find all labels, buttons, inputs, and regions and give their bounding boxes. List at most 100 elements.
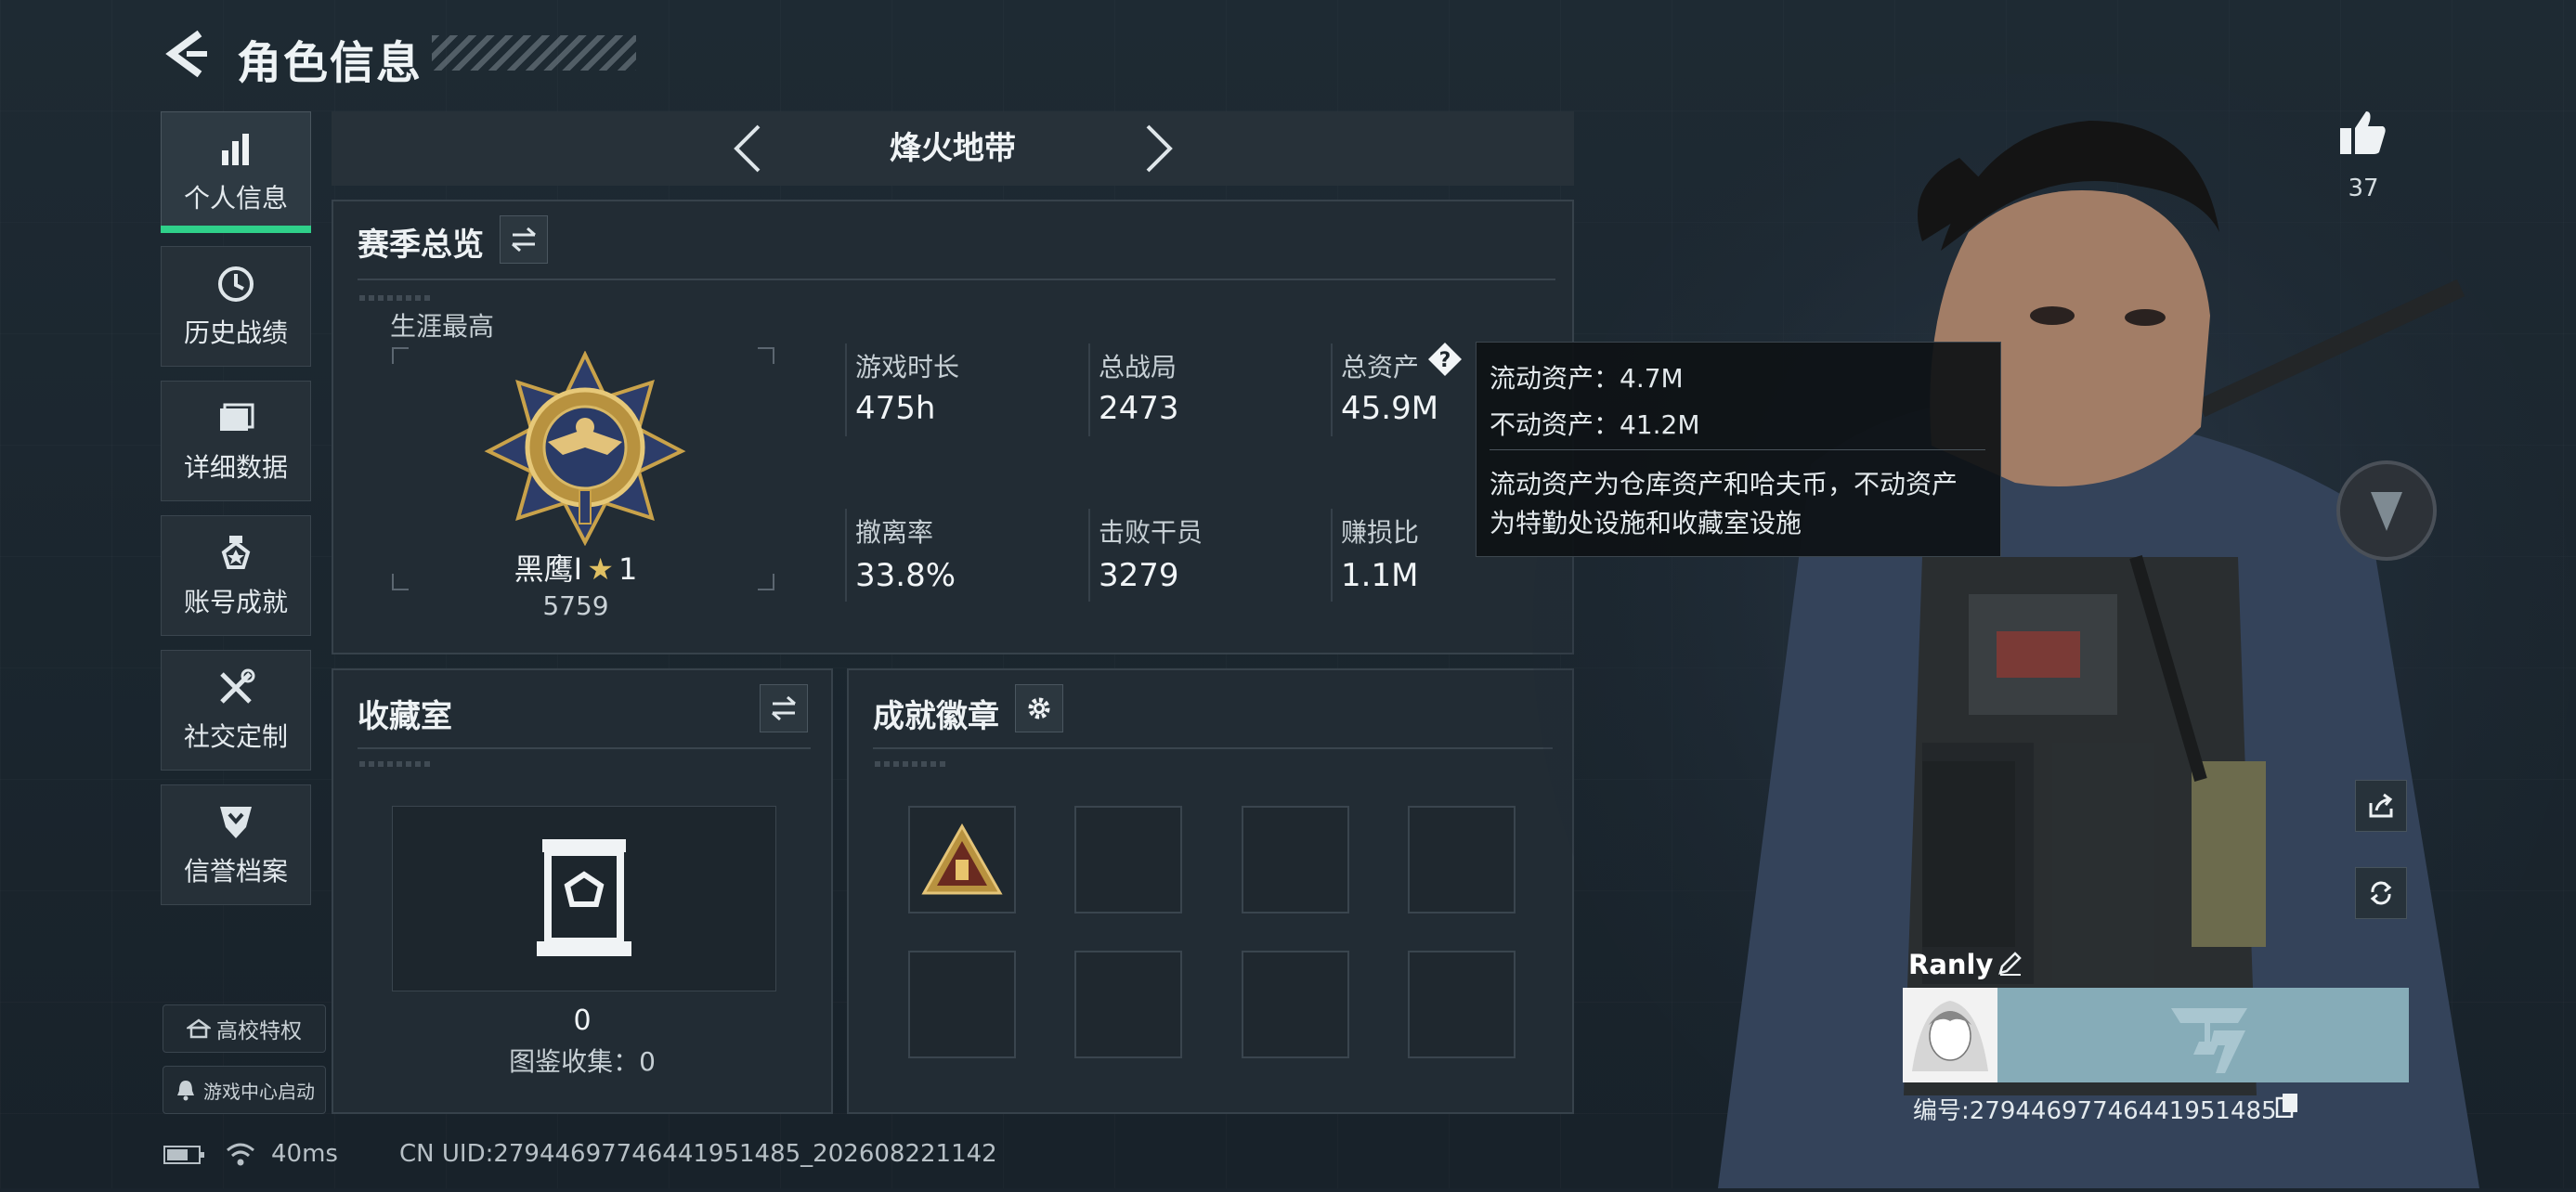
title-decoration xyxy=(432,35,636,71)
tooltip-divider xyxy=(1490,449,1985,450)
sidebar-item-label: 社交定制 xyxy=(183,721,288,752)
campus-icon xyxy=(187,1018,211,1039)
stat-divider xyxy=(1331,343,1333,436)
copy-id-icon[interactable] xyxy=(2275,1092,2299,1119)
sidebar-item-label: 历史战绩 xyxy=(183,317,288,348)
share-button[interactable] xyxy=(2355,780,2407,832)
sidebar-item-label: 信誉档案 xyxy=(183,856,288,887)
swap-collection-button[interactable] xyxy=(760,684,808,732)
campus-privilege-label: 高校特权 xyxy=(216,1019,302,1043)
game-center-label: 游戏中心启动 xyxy=(203,1080,315,1103)
gear-icon xyxy=(1028,697,1050,719)
badge-slot[interactable] xyxy=(1242,806,1349,913)
campus-privilege-button[interactable]: 高校特权 xyxy=(163,1004,326,1053)
stat-divider xyxy=(845,509,847,602)
swap-icon xyxy=(512,227,536,253)
sidebar-item-personal-info[interactable]: 个人信息 xyxy=(161,111,311,232)
player-name: Ranly xyxy=(1908,949,1994,980)
share-icon xyxy=(2369,793,2393,818)
tooltip-description-line2: 为特勤处设施和收藏室设施 xyxy=(1490,508,1802,538)
stat-playtime-label: 游戏时长 xyxy=(855,352,960,382)
stat-kills-label: 击败干员 xyxy=(1099,517,1203,548)
page-title: 角色信息 xyxy=(237,37,423,89)
badge-slot[interactable] xyxy=(908,806,1016,913)
account-uid: CN UID:27944697746441951485_202608221142 xyxy=(399,1140,997,1168)
frame-corner xyxy=(758,347,774,364)
stat-extract-rate-label: 撤离率 xyxy=(855,517,934,548)
rank-score: 5759 xyxy=(542,590,609,621)
sidebar-item-credit[interactable]: 信誉档案 xyxy=(161,784,311,905)
badge-slot[interactable] xyxy=(1074,806,1182,913)
divider xyxy=(358,747,811,749)
codex-collection-label: 图鉴收集：0 xyxy=(509,1046,656,1077)
badge-settings-button[interactable] xyxy=(1015,684,1063,732)
refresh-button[interactable] xyxy=(2355,867,2407,919)
stat-total-assets-value: 45.9M xyxy=(1341,390,1439,427)
mode-next-arrow-icon[interactable] xyxy=(1140,121,1177,176)
active-tab-indicator xyxy=(161,226,311,233)
battery-icon xyxy=(163,1144,206,1166)
tooltip-liquid-assets: 流动资产：4.7M xyxy=(1490,363,1684,394)
stat-divider xyxy=(1331,509,1333,602)
swap-season-button[interactable] xyxy=(500,215,548,264)
stat-total-matches-label: 总战局 xyxy=(1099,352,1177,382)
refresh-icon xyxy=(2370,881,2392,905)
rank-name: 黑鹰I xyxy=(514,551,583,587)
faction-logo-icon xyxy=(2164,990,2255,1081)
decorative-marks xyxy=(359,295,434,301)
bell-icon xyxy=(177,1081,194,1101)
stat-divider xyxy=(1088,343,1090,436)
badge-slot[interactable] xyxy=(1242,951,1349,1058)
sidebar-item-label: 详细数据 xyxy=(183,452,288,483)
career-best-label: 生涯最高 xyxy=(390,311,495,342)
folder-icon xyxy=(220,403,254,431)
back-arrow-icon[interactable] xyxy=(163,26,211,82)
medal-icon xyxy=(221,536,251,569)
sidebar-item-social[interactable]: 社交定制 xyxy=(161,650,311,771)
warning-badge-icon xyxy=(921,823,1003,895)
swap-icon xyxy=(772,695,796,721)
like-thumbs-up-icon[interactable] xyxy=(2338,108,2388,158)
tooltip-fixed-assets: 不动资产：41.2M xyxy=(1490,409,1700,440)
avatar[interactable] xyxy=(1903,988,1997,1082)
bar-chart-icon xyxy=(222,134,249,165)
decorative-marks xyxy=(875,761,949,767)
badge-slot[interactable] xyxy=(1408,951,1516,1058)
stat-total-assets-label: 总资产 xyxy=(1341,352,1420,382)
assets-help-icon[interactable]: ? xyxy=(1427,342,1463,377)
divider xyxy=(873,747,1553,749)
mode-name: 烽火地带 xyxy=(890,130,1016,167)
ping-value: 40ms xyxy=(271,1140,338,1168)
badge-slot[interactable] xyxy=(1074,951,1182,1058)
sidebar-item-history[interactable]: 历史战绩 xyxy=(161,246,311,367)
decorative-marks xyxy=(359,761,434,767)
sidebar-item-label: 账号成就 xyxy=(183,587,288,617)
badge-slot[interactable] xyxy=(1408,806,1516,913)
stat-extract-rate-value: 33.8% xyxy=(855,557,956,594)
tooltip-description-line1: 流动资产为仓库资产和哈夫币，不动资产 xyxy=(1490,469,1958,499)
achievement-badges-title: 成就徽章 xyxy=(873,698,999,735)
rank-emblem-icon xyxy=(483,350,687,547)
wifi-icon xyxy=(225,1140,256,1168)
history-clock-icon xyxy=(218,266,254,302)
sidebar-item-achievements[interactable]: 账号成就 xyxy=(161,515,311,636)
sidebar-item-detail-data[interactable]: 详细数据 xyxy=(161,381,311,501)
season-overview-title: 赛季总览 xyxy=(358,227,484,264)
badge-slot[interactable] xyxy=(908,951,1016,1058)
edit-name-pencil-icon[interactable] xyxy=(1997,949,2024,977)
game-center-launch-button[interactable]: 游戏中心启动 xyxy=(163,1066,326,1114)
stat-divider xyxy=(845,343,847,436)
svg-text:?: ? xyxy=(1439,349,1451,372)
stat-kills-value: 3279 xyxy=(1099,557,1179,594)
rank-stars: 1 xyxy=(618,551,638,587)
divider xyxy=(358,279,1555,280)
collection-count: 0 xyxy=(573,1004,592,1037)
frame-corner xyxy=(392,347,409,364)
sidebar-item-label: 个人信息 xyxy=(183,183,288,214)
stat-profit-ratio-value: 1.1M xyxy=(1341,557,1419,594)
stat-divider xyxy=(1088,509,1090,602)
display-case-icon xyxy=(533,836,635,961)
player-id: 编号:27944697746441951485 xyxy=(1913,1097,2277,1125)
like-count: 37 xyxy=(2348,175,2379,202)
tools-icon xyxy=(220,668,255,704)
